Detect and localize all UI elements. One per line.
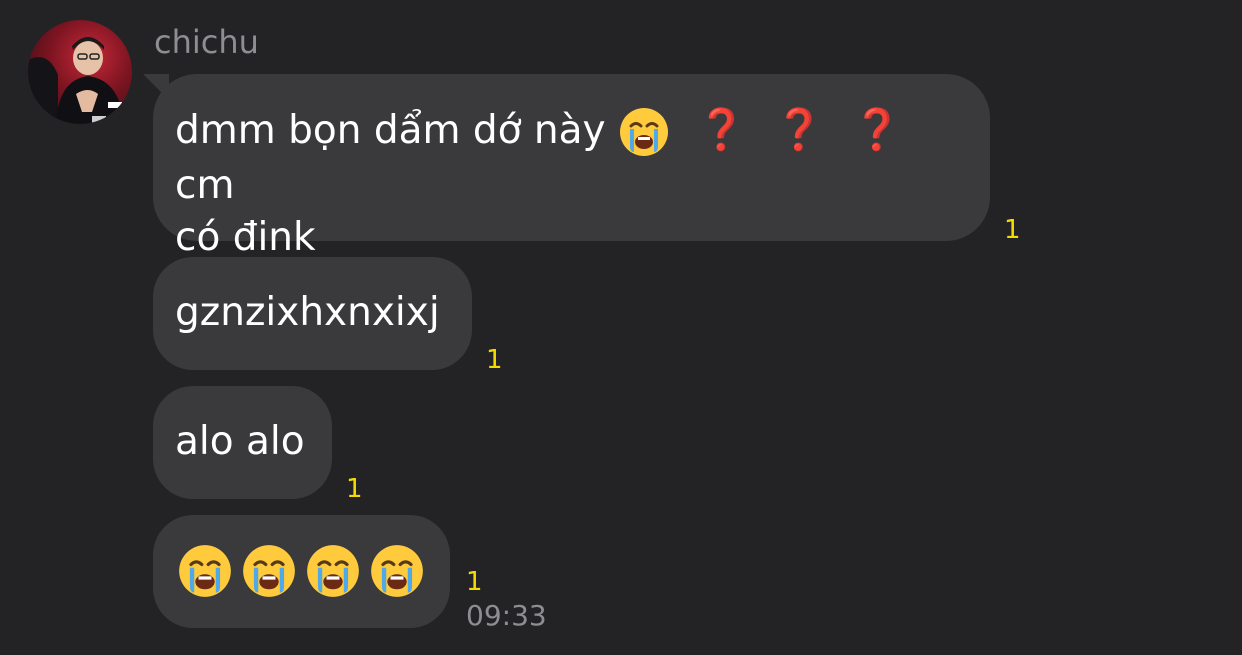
message-timestamp: 09:33 (466, 599, 547, 632)
message-bubble[interactable]: gznzixhxnxixj (153, 257, 472, 370)
read-count: 1 (1004, 215, 1021, 245)
read-count: 1 (466, 567, 483, 597)
message-text: dmm bọn dẩm dớ này (175, 108, 606, 153)
loudly-crying-face-icon (369, 543, 425, 613)
message-bubble[interactable]: alo alo (153, 386, 332, 499)
message-text: gznzixhxnxixj (175, 290, 440, 335)
question-mark: ❓ (696, 107, 747, 153)
loudly-crying-face-icon (177, 543, 233, 613)
sender-name: chichu (154, 23, 259, 61)
question-mark: ❓ (774, 107, 825, 153)
loudly-crying-face-icon (305, 543, 361, 613)
message-text: cm (175, 162, 235, 208)
question-mark: ❓ (852, 107, 902, 153)
emoji-row (177, 543, 430, 613)
message-text: có đink (175, 214, 316, 260)
avatar-photo-icon (28, 37, 124, 124)
read-count: 1 (486, 345, 503, 375)
chat-view: chichu dmm bọn dẩm dớ này ❓ ❓ ❓ cm có đink… (0, 0, 1242, 655)
loudly-crying-face-icon (618, 106, 670, 160)
loudly-crying-face-icon (241, 543, 297, 613)
message-bubble[interactable] (153, 515, 450, 628)
sender-avatar[interactable] (28, 20, 132, 124)
read-count: 1 (346, 474, 363, 504)
message-text: alo alo (175, 419, 305, 464)
message-bubble[interactable]: dmm bọn dẩm dớ này ❓ ❓ ❓ cm có đink (153, 74, 990, 260)
